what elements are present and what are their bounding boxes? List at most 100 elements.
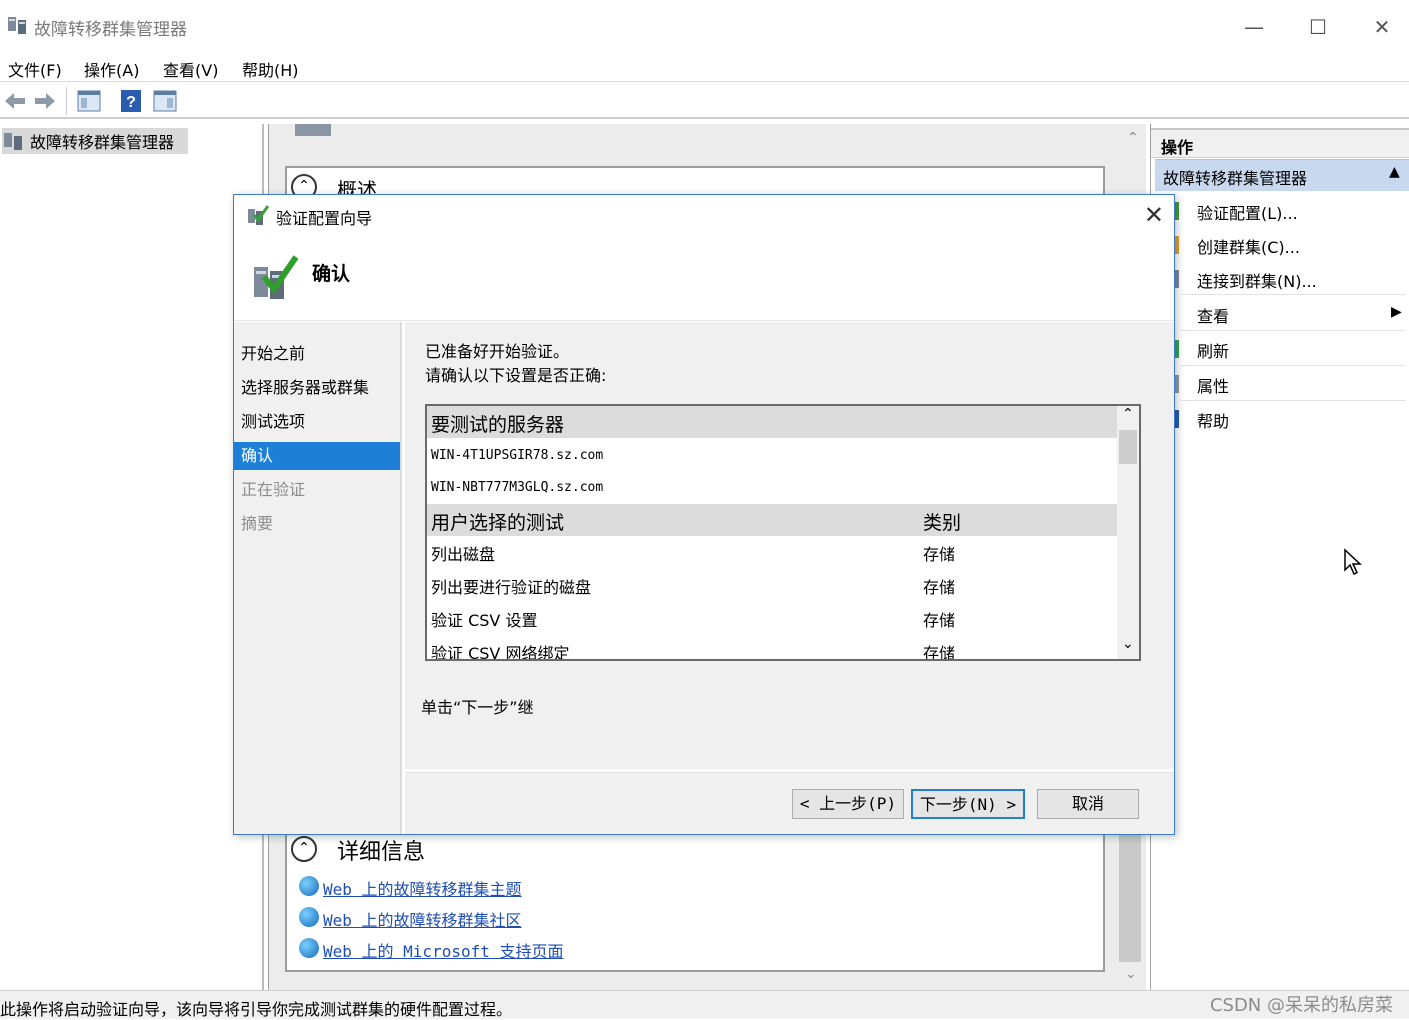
test-category: 存储 [923, 611, 956, 630]
ready-text: 已准备好开始验证。 [425, 342, 570, 361]
test-name: 列出要进行验证的磁盘 [431, 578, 592, 597]
test-name: 验证 CSV 网络绑定 [431, 644, 570, 661]
menu-file[interactable]: 文件(F) [8, 57, 62, 81]
tests-header: 用户选择的测试 [431, 512, 565, 534]
scroll-up-icon[interactable]: ⌃ [1122, 406, 1134, 422]
watermark: CSDN @呆呆的私房菜 [1209, 995, 1393, 1016]
cluster-manager-icon [8, 17, 26, 34]
dialog-heading: 确认 [312, 263, 351, 285]
action-separator [1181, 294, 1406, 295]
wizard-step-confirm[interactable]: 确认 [234, 442, 400, 470]
actions-header: 操作 [1151, 128, 1409, 158]
action-help[interactable]: 帮助 [1197, 408, 1229, 432]
action-validate-config[interactable]: 验证配置(L)... [1197, 200, 1298, 224]
action-properties[interactable]: 属性 [1197, 373, 1229, 397]
wizard-step-summary: 摘要 [241, 514, 274, 533]
test-row: 列出磁盘 存储 [427, 536, 1117, 568]
menu-view[interactable]: 查看(V) [163, 57, 218, 81]
action-connect-cluster[interactable]: 连接到群集(N)... [1197, 268, 1317, 292]
scroll-down-icon[interactable]: ⌄ [1125, 966, 1137, 982]
collapse-icon[interactable]: ⌃ [291, 836, 317, 862]
status-text: 此操作将启动验证向导，该向导将引导你完成测试群集的硬件配置过程。 [0, 1000, 513, 1019]
title-bar: 故障转移群集管理器 — ☐ ✕ [0, 0, 1409, 52]
close-window-button[interactable]: ✕ [1362, 12, 1402, 42]
tree-item-label: 故障转移群集管理器 [30, 133, 175, 152]
menu-help[interactable]: 帮助(H) [242, 57, 299, 81]
listbox-scroll-thumb[interactable] [1119, 430, 1137, 464]
menu-action[interactable]: 操作(A) [84, 57, 139, 81]
details-label: 详细信息 [337, 840, 426, 865]
servers-header-row: 要测试的服务器 [427, 406, 1117, 438]
action-separator [1181, 365, 1406, 366]
status-bar: 此操作将启动验证向导，该向导将引导你完成测试群集的硬件配置过程。 CSDN @呆… [0, 990, 1409, 1019]
test-category: 存储 [923, 644, 956, 661]
wizard-step-before-you-begin[interactable]: 开始之前 [234, 340, 400, 368]
wizard-step-validating: 正在验证 [241, 480, 306, 499]
test-row: 列出要进行验证的磁盘 存储 [427, 569, 1117, 601]
wizard-icon [248, 205, 270, 225]
link-cluster-community[interactable]: Web 上的故障转移群集社区 [323, 907, 522, 931]
submenu-arrow-icon: ▶ [1391, 304, 1402, 320]
click-next-text: 单击“下一步”继 [421, 698, 534, 717]
cancel-button[interactable]: 取消 [1037, 789, 1139, 819]
show-hide-action-pane-icon[interactable] [152, 88, 178, 114]
show-hide-tree-icon[interactable] [76, 88, 102, 114]
action-refresh[interactable]: 刷新 [1197, 338, 1229, 362]
collapse-triangle-icon[interactable]: ▲ [1389, 164, 1400, 180]
servers-header: 要测试的服务器 [431, 414, 565, 436]
dialog-content: 已准备好开始验证。 请确认以下设置是否正确: 要测试的服务器 WIN-4T1UP… [405, 322, 1174, 769]
center-scrollbar-thumb[interactable] [1119, 824, 1141, 962]
actions-section-header[interactable]: 故障转移群集管理器 ▲ [1155, 159, 1409, 191]
details-section: ⌃ 详细信息 Web 上的故障转移群集主题 Web 上的故障转移群集社区 Web… [285, 824, 1105, 972]
back-button[interactable]: < 上一步(P) [792, 789, 904, 819]
confirm-text: 请确认以下设置是否正确: [425, 366, 607, 385]
toolbar: ? [0, 83, 1409, 119]
back-arrow-icon[interactable] [2, 88, 28, 114]
listbox-scrollbar[interactable]: ⌃ ⌄ [1117, 406, 1139, 659]
tests-header-row: 用户选择的测试 类别 [427, 504, 1117, 536]
mouse-cursor-icon [1344, 548, 1362, 576]
test-category: 存储 [923, 545, 956, 564]
action-create-cluster[interactable]: 创建群集(C)... [1197, 234, 1300, 258]
test-name: 验证 CSV 设置 [431, 611, 538, 630]
link-microsoft-support[interactable]: Web 上的 Microsoft 支持页面 [323, 938, 564, 962]
server-name: WIN-NBT777M3GLQ.sz.com [431, 480, 604, 495]
scroll-up-icon[interactable]: ⌃ [1127, 130, 1139, 146]
web-globe-icon [299, 938, 319, 958]
test-row: 验证 CSV 网络绑定 存储 [427, 635, 1117, 661]
dialog-title-bar: 验证配置向导 ✕ [234, 195, 1174, 235]
next-button[interactable]: 下一步(N) > [911, 789, 1025, 819]
cluster-manager-icon [4, 133, 22, 150]
minimize-button[interactable]: — [1234, 12, 1274, 42]
menu-bar: 文件(F) 操作(A) 查看(V) 帮助(H) [0, 52, 1409, 82]
validation-checkmark-icon [254, 255, 299, 299]
web-globe-icon [299, 876, 319, 896]
server-name: WIN-4T1UPSGIR78.sz.com [431, 448, 604, 463]
link-cluster-topics[interactable]: Web 上的故障转移群集主题 [323, 876, 522, 900]
toolbar-separator [66, 87, 67, 115]
actions-pane: 操作 故障转移群集管理器 ▲ 验证配置(L)... 创建群集(C)... 连接到… [1150, 124, 1409, 990]
maximize-button[interactable]: ☐ [1298, 12, 1338, 42]
test-name: 列出磁盘 [431, 545, 496, 564]
confirmation-listbox[interactable]: 要测试的服务器 WIN-4T1UPSGIR78.sz.com WIN-NBT77… [425, 404, 1141, 661]
help-icon[interactable]: ? [118, 88, 144, 114]
tree-item-cluster-manager[interactable]: 故障转移群集管理器 [2, 128, 188, 154]
forward-arrow-icon[interactable] [32, 88, 58, 114]
svg-text:?: ? [126, 94, 136, 111]
wizard-step-test-options[interactable]: 测试选项 [234, 408, 400, 436]
dialog-title: 验证配置向导 [276, 209, 373, 228]
server-row: WIN-NBT777M3GLQ.sz.com [427, 472, 1117, 504]
test-row: 验证 CSV 设置 存储 [427, 602, 1117, 634]
dialog-header: 确认 [234, 235, 1174, 321]
action-separator [1181, 400, 1406, 401]
action-view[interactable]: 查看 [1197, 303, 1229, 327]
cluster-graphic [295, 124, 331, 136]
actions-section-label: 故障转移群集管理器 [1163, 169, 1308, 188]
validate-config-wizard-dialog: 验证配置向导 ✕ 确认 开始之前 选择服务器或群集 测试选项 确认 正在验证 摘… [233, 194, 1175, 835]
wizard-step-select-servers[interactable]: 选择服务器或群集 [234, 374, 400, 402]
action-separator [1181, 330, 1406, 331]
scroll-down-icon[interactable]: ⌄ [1122, 636, 1134, 652]
server-row: WIN-4T1UPSGIR78.sz.com [427, 440, 1117, 472]
category-header: 类别 [923, 512, 962, 534]
dialog-close-button[interactable]: ✕ [1144, 201, 1164, 229]
